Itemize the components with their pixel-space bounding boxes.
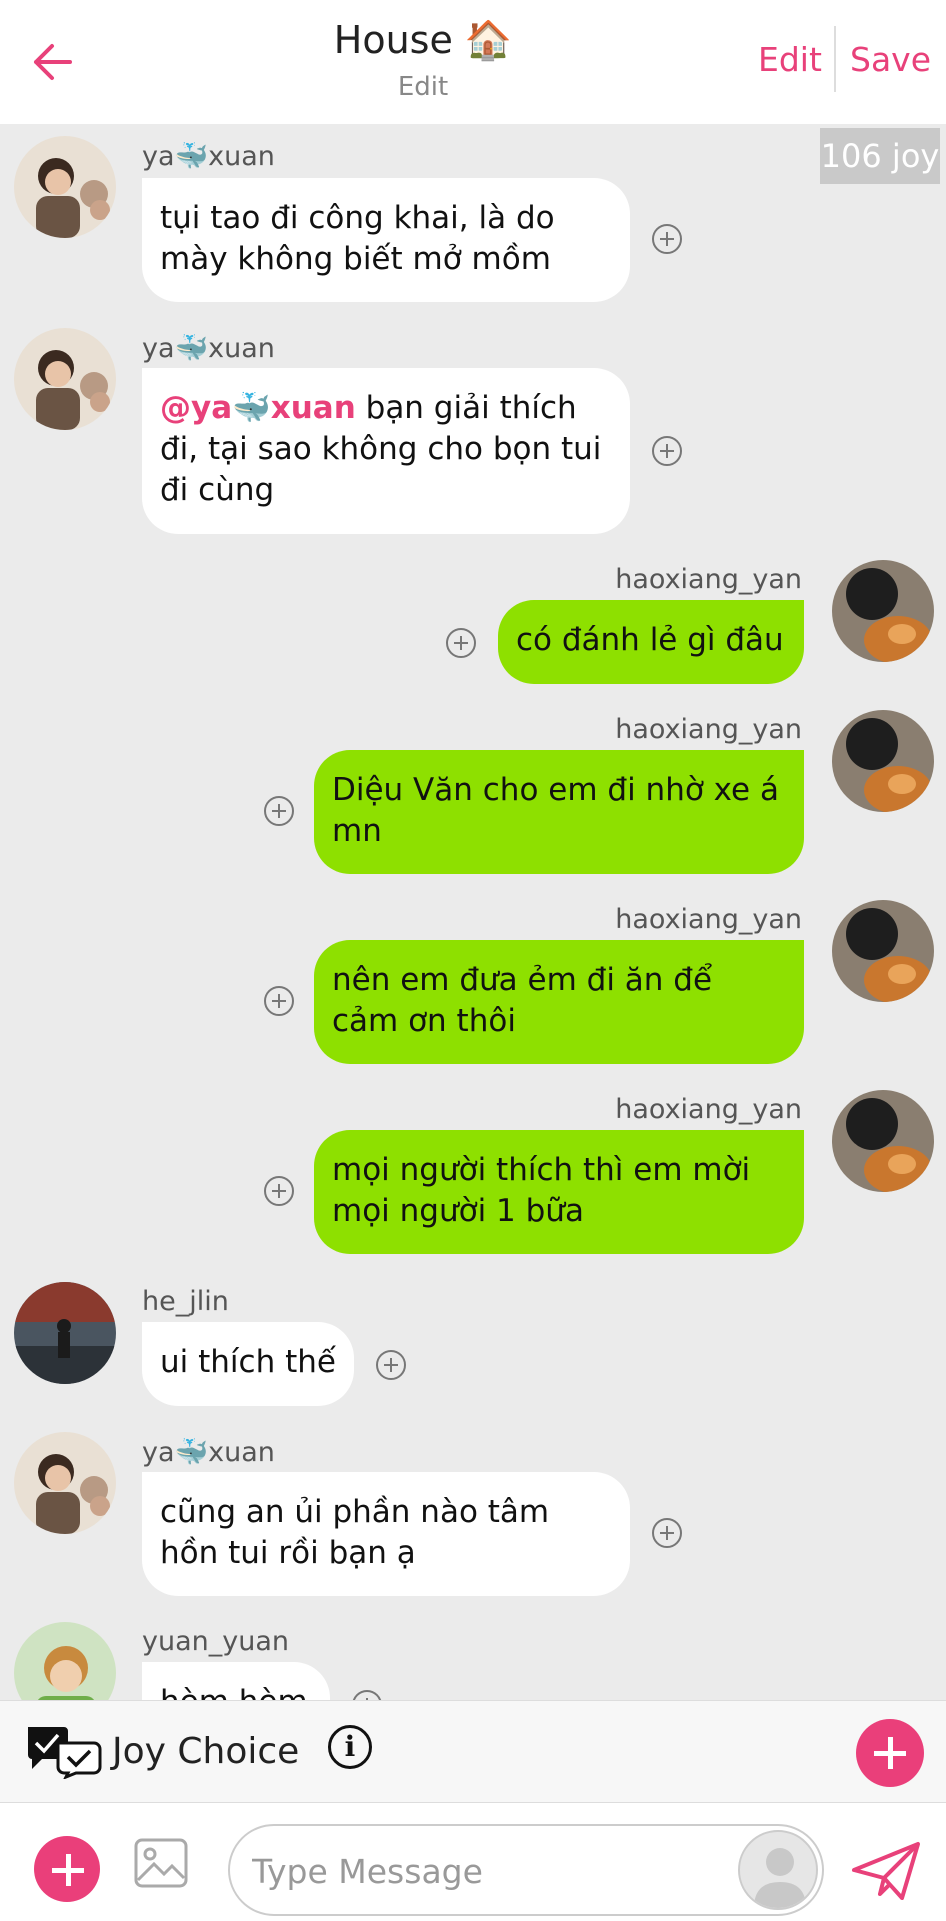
message-text: tụi tao đi công khai, là do mày không bi… (160, 200, 555, 277)
avatar-yuan-yuan[interactable] (14, 1622, 116, 1700)
double-check-bubble-icon (28, 1727, 102, 1779)
message-text: mọi người thích thì em mời mọi người 1 b… (332, 1152, 751, 1229)
circle-plus-icon[interactable] (352, 1690, 382, 1700)
circle-plus-icon[interactable] (264, 986, 294, 1016)
message-text: nên em đưa ẻm đi ăn để cảm ơn thôi (332, 962, 713, 1039)
avatar-haoxiang-yan[interactable] (832, 900, 934, 1002)
avatar-haoxiang-yan[interactable] (832, 1090, 934, 1192)
circle-plus-icon[interactable] (652, 1518, 682, 1548)
message-text: Diệu Văn cho em đi nhờ xe á mn (332, 772, 779, 849)
message-bubble[interactable]: hèm hèm (142, 1662, 330, 1700)
message-bubble[interactable]: tụi tao đi công khai, là do mày không bi… (142, 178, 630, 302)
joy-count-badge: 106 joy (820, 128, 940, 184)
message-bubble[interactable]: cũng an ủi phần nào tâm hồn tui rồi bạn … (142, 1472, 630, 1596)
avatar-haoxiang-yan[interactable] (832, 560, 934, 662)
message-username: haoxiang_yan (615, 714, 802, 745)
message-username: ya🐳xuan (142, 141, 275, 172)
avatar-he-jlin[interactable] (14, 1282, 116, 1384)
message-bubble[interactable]: có đánh lẻ gì đâu (498, 600, 804, 684)
avatar-ya-xuan[interactable] (14, 1432, 116, 1534)
info-icon[interactable]: i (328, 1725, 372, 1769)
avatar-ya-xuan[interactable] (14, 328, 116, 430)
circle-plus-icon[interactable] (264, 796, 294, 826)
circle-plus-icon[interactable] (652, 224, 682, 254)
message-text: ui thích thế (160, 1344, 336, 1380)
message-username: haoxiang_yan (615, 1094, 802, 1125)
circle-plus-icon[interactable] (376, 1350, 406, 1380)
message-input-field[interactable] (228, 1824, 824, 1916)
message-username: he_jlin (142, 1286, 229, 1317)
add-attachment-button[interactable] (34, 1836, 100, 1902)
circle-plus-icon[interactable] (264, 1176, 294, 1206)
user-avatar-icon[interactable] (738, 1830, 818, 1910)
add-joy-button[interactable] (856, 1719, 924, 1787)
header-divider (834, 26, 836, 92)
message-username: ya🐳xuan (142, 1437, 275, 1468)
message-bubble[interactable]: Diệu Văn cho em đi nhờ xe á mn (314, 750, 804, 874)
chat-title[interactable]: House 🏠 (0, 18, 846, 63)
message-text: có đánh lẻ gì đâu (516, 622, 784, 658)
message-bubble[interactable]: nên em đưa ẻm đi ăn để cảm ơn thôi (314, 940, 804, 1064)
image-icon[interactable] (134, 1838, 188, 1888)
circle-plus-icon[interactable] (652, 436, 682, 466)
message-bubble[interactable]: @ya🐳xuan bạn giải thích đi, tại sao khôn… (142, 368, 630, 534)
paper-plane-icon[interactable] (850, 1840, 922, 1902)
circle-plus-icon[interactable] (446, 628, 476, 658)
edit-button[interactable]: Edit (758, 40, 822, 79)
avatar-ya-xuan[interactable] (14, 136, 116, 238)
save-button[interactable]: Save (850, 40, 931, 79)
message-username: ya🐳xuan (142, 333, 275, 364)
message-username: yuan_yuan (142, 1626, 289, 1657)
message-username: haoxiang_yan (615, 564, 802, 595)
chat-header: House 🏠 Edit Edit Save (0, 0, 946, 124)
chat-subtitle[interactable]: Edit (0, 72, 846, 102)
message-input[interactable] (250, 1836, 754, 1906)
avatar-haoxiang-yan[interactable] (832, 710, 934, 812)
message-text: cũng an ủi phần nào tâm hồn tui rồi bạn … (160, 1494, 550, 1571)
mention-link[interactable]: @ya🐳xuan (160, 390, 356, 426)
message-username: haoxiang_yan (615, 904, 802, 935)
joy-choice-bar: Joy Choice i (0, 1700, 946, 1803)
joy-choice-label[interactable]: Joy Choice (112, 1731, 299, 1772)
message-list[interactable]: ya🐳xuan tụi tao đi công khai, là do mày … (0, 124, 946, 1700)
message-text: hèm hèm (160, 1684, 308, 1700)
message-bubble[interactable]: mọi người thích thì em mời mọi người 1 b… (314, 1130, 804, 1254)
message-bubble[interactable]: ui thích thế (142, 1322, 354, 1406)
